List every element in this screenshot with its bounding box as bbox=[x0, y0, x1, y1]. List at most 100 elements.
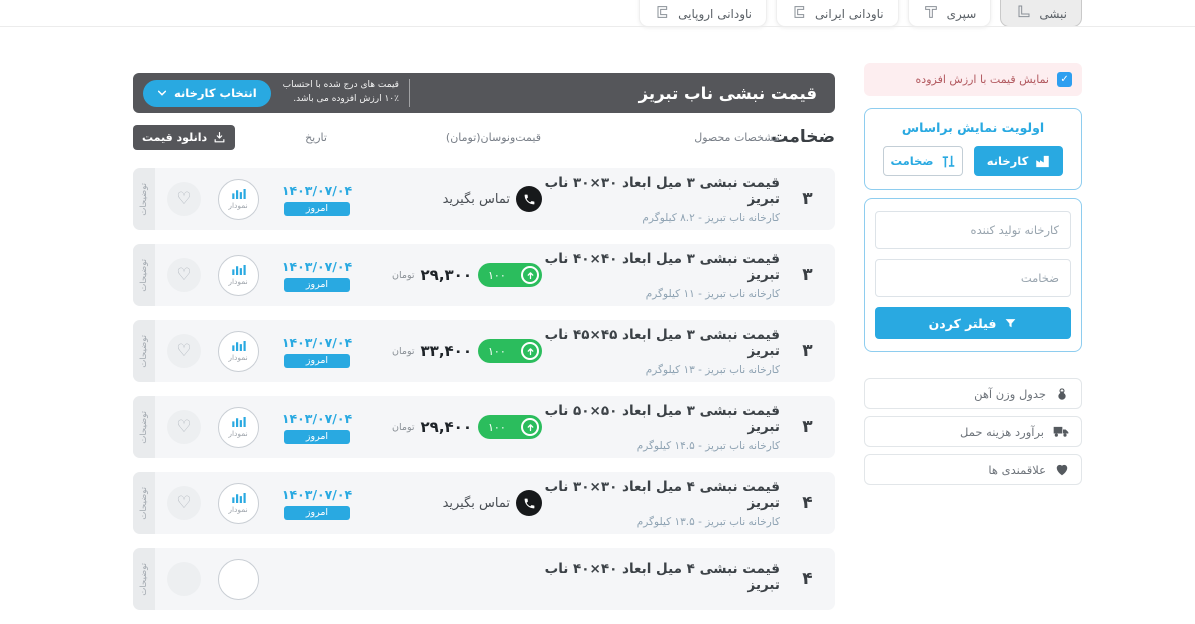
page-title: قیمت نبشی ناب تبریز bbox=[639, 84, 817, 103]
date-value: ۱۴۰۳/۰۷/۰۴ bbox=[282, 183, 352, 198]
funnel-icon bbox=[1004, 317, 1017, 330]
table-row: ۳ قیمت نبشی ۳ میل ابعاد ۴۵×۴۵ ناب تبریز … bbox=[133, 320, 835, 382]
heart-icon: ♡ bbox=[176, 191, 191, 208]
bar-chart-icon bbox=[231, 264, 246, 276]
favorite-button[interactable] bbox=[167, 562, 201, 596]
priority-thickness-button[interactable]: ضخامت bbox=[883, 146, 963, 176]
download-price-button[interactable]: دانلود قیمت bbox=[133, 125, 235, 150]
details-side-tab[interactable]: توضیحات bbox=[133, 548, 155, 610]
filter-card: فیلتر کردن bbox=[864, 198, 1082, 352]
chart-button[interactable]: نمودار bbox=[218, 407, 259, 448]
product-subtitle: کارخانه ناب تبریز - ۸.۲ کیلوگرم bbox=[542, 212, 780, 224]
bar-chart-icon bbox=[231, 492, 246, 504]
vat-note: قیمت های درج شده با احتساب ۱۰٪ ارزش افزو… bbox=[283, 79, 410, 107]
table-header-bar: قیمت نبشی ناب تبریز قیمت های درج شده با … bbox=[133, 73, 835, 113]
arrow-up-circle-icon bbox=[521, 342, 539, 360]
thickness-filter-input[interactable] bbox=[875, 259, 1071, 297]
product-title[interactable]: قیمت نبشی ۳ میل ابعاد ۳۰×۳۰ ناب تبریز bbox=[542, 175, 780, 207]
date-value: ۱۴۰۳/۰۷/۰۴ bbox=[282, 335, 352, 350]
tab-label: نبشی bbox=[1039, 7, 1067, 21]
today-badge: امروز bbox=[284, 354, 350, 368]
table-column-headers: ضخامت مشخصات محصول قیمت‌ونوسان(تومان) تا… bbox=[133, 119, 835, 155]
chart-button[interactable]: نمودار bbox=[218, 331, 259, 372]
col-thickness: ضخامت bbox=[780, 127, 835, 147]
product-title[interactable]: قیمت نبشی ۴ میل ابعاد ۳۰×۳۰ ناب تبریز bbox=[542, 479, 780, 511]
favorite-button[interactable]: ♡ bbox=[167, 334, 201, 368]
call-label[interactable]: تماس بگیرید bbox=[443, 496, 510, 511]
priority-factory-button[interactable]: کارخانه bbox=[974, 146, 1063, 176]
weight-table-link[interactable]: جدول وزن آهن bbox=[864, 378, 1082, 409]
chart-button[interactable]: نمودار bbox=[218, 255, 259, 296]
tab-nabshi[interactable]: نبشی bbox=[1000, 0, 1082, 27]
details-side-tab[interactable]: توضیحات bbox=[133, 244, 155, 306]
bar-chart-icon bbox=[231, 340, 246, 352]
thickness-value: ۴ bbox=[780, 493, 835, 513]
angle-profile-icon bbox=[1015, 4, 1031, 20]
price-change-badge: ۱۰۰ bbox=[478, 339, 542, 363]
tee-profile-icon bbox=[923, 4, 939, 20]
channel-profile-icon bbox=[654, 4, 670, 20]
filter-button[interactable]: فیلتر کردن bbox=[875, 307, 1071, 339]
thickness-value: ۴ bbox=[780, 569, 835, 589]
today-badge: امروز bbox=[284, 202, 350, 216]
tab-navdani-irani[interactable]: ناودانی ایرانی bbox=[776, 0, 899, 27]
thickness-value: ۳ bbox=[780, 417, 835, 437]
truck-icon bbox=[1053, 425, 1069, 438]
arrow-up-circle-icon bbox=[521, 266, 539, 284]
tab-separi[interactable]: سپری bbox=[908, 0, 992, 27]
top-divider bbox=[0, 26, 1195, 27]
favorite-button[interactable]: ♡ bbox=[167, 258, 201, 292]
toman-label: تومان bbox=[392, 346, 415, 357]
thickness-value: ۳ bbox=[780, 341, 835, 361]
product-title[interactable]: قیمت نبشی ۳ میل ابعاد ۴۵×۴۵ ناب تبریز bbox=[542, 327, 780, 359]
details-side-tab[interactable]: توضیحات bbox=[133, 472, 155, 534]
tab-label: سپری bbox=[947, 7, 977, 21]
thickness-value: ۳ bbox=[780, 189, 835, 209]
display-priority-card: اولویت نمایش براساس کارخانه ضخامت bbox=[864, 108, 1082, 190]
today-badge: امروز bbox=[284, 278, 350, 292]
chart-button[interactable]: نمودار bbox=[218, 483, 259, 524]
change-value: ۱۰۰ bbox=[488, 345, 506, 358]
product-title[interactable]: قیمت نبشی ۳ میل ابعاد ۵۰×۵۰ ناب تبریز bbox=[542, 403, 780, 435]
details-side-tab[interactable]: توضیحات bbox=[133, 320, 155, 382]
today-badge: امروز bbox=[284, 430, 350, 444]
filters-sidebar: ✓ نمایش قیمت با ارزش افزوده اولویت نمایش… bbox=[864, 63, 1082, 485]
col-product: مشخصات محصول bbox=[541, 131, 780, 144]
chart-button[interactable]: نمودار bbox=[218, 179, 259, 220]
table-row: ۳ قیمت نبشی ۳ میل ابعاد ۵۰×۵۰ ناب تبریز … bbox=[133, 396, 835, 458]
vat-checkbox[interactable]: ✓ bbox=[1057, 72, 1072, 87]
favorite-button[interactable]: ♡ bbox=[167, 182, 201, 216]
download-icon bbox=[213, 131, 226, 144]
change-value: ۱۰۰ bbox=[488, 269, 506, 282]
details-side-tab[interactable]: توضیحات bbox=[133, 396, 155, 458]
sort-swap-icon bbox=[941, 154, 956, 169]
chart-button[interactable] bbox=[218, 559, 259, 600]
call-label[interactable]: تماس بگیرید bbox=[443, 192, 510, 207]
heart-icon: ♡ bbox=[176, 495, 191, 512]
sidebar-links: جدول وزن آهن برآورد هزینه حمل علاقمندی ه… bbox=[864, 378, 1082, 485]
factory-filter-input[interactable] bbox=[875, 211, 1071, 249]
table-row: ۴ قیمت نبشی ۴ میل ابعاد ۴۰×۴۰ ناب تبریز … bbox=[133, 548, 835, 610]
favorite-button[interactable]: ♡ bbox=[167, 486, 201, 520]
tab-label: ناودانی اروپایی bbox=[678, 7, 752, 21]
table-row: ۳ قیمت نبشی ۳ میل ابعاد ۳۰×۳۰ ناب تبریز … bbox=[133, 168, 835, 230]
price-value: ۲۹,۴۰۰ bbox=[421, 418, 472, 436]
heart-icon: ♡ bbox=[176, 419, 191, 436]
select-factory-button[interactable]: انتخاب کارخانه bbox=[143, 80, 271, 107]
chevron-down-icon bbox=[157, 88, 167, 98]
favorite-button[interactable]: ♡ bbox=[167, 410, 201, 444]
product-title[interactable]: قیمت نبشی ۳ میل ابعاد ۴۰×۴۰ ناب تبریز bbox=[542, 251, 780, 283]
tab-navdani-oropayi[interactable]: ناودانی اروپایی bbox=[639, 0, 767, 27]
price-value: ۳۳,۴۰۰ bbox=[421, 342, 472, 360]
price-change-badge: ۱۰۰ bbox=[478, 415, 542, 439]
phone-icon bbox=[516, 186, 542, 212]
priority-title: اولویت نمایش براساس bbox=[875, 120, 1071, 135]
price-value: ۲۹,۳۰۰ bbox=[421, 266, 472, 284]
date-value: ۱۴۰۳/۰۷/۰۴ bbox=[282, 259, 352, 274]
product-title[interactable]: قیمت نبشی ۴ میل ابعاد ۴۰×۴۰ ناب تبریز bbox=[542, 561, 780, 593]
details-side-tab[interactable]: توضیحات bbox=[133, 168, 155, 230]
favorites-link[interactable]: علاقمندی ها bbox=[864, 454, 1082, 485]
vat-toggle-row: ✓ نمایش قیمت با ارزش افزوده bbox=[864, 63, 1082, 96]
shipping-cost-link[interactable]: برآورد هزینه حمل bbox=[864, 416, 1082, 447]
heart-icon: ♡ bbox=[176, 267, 191, 284]
